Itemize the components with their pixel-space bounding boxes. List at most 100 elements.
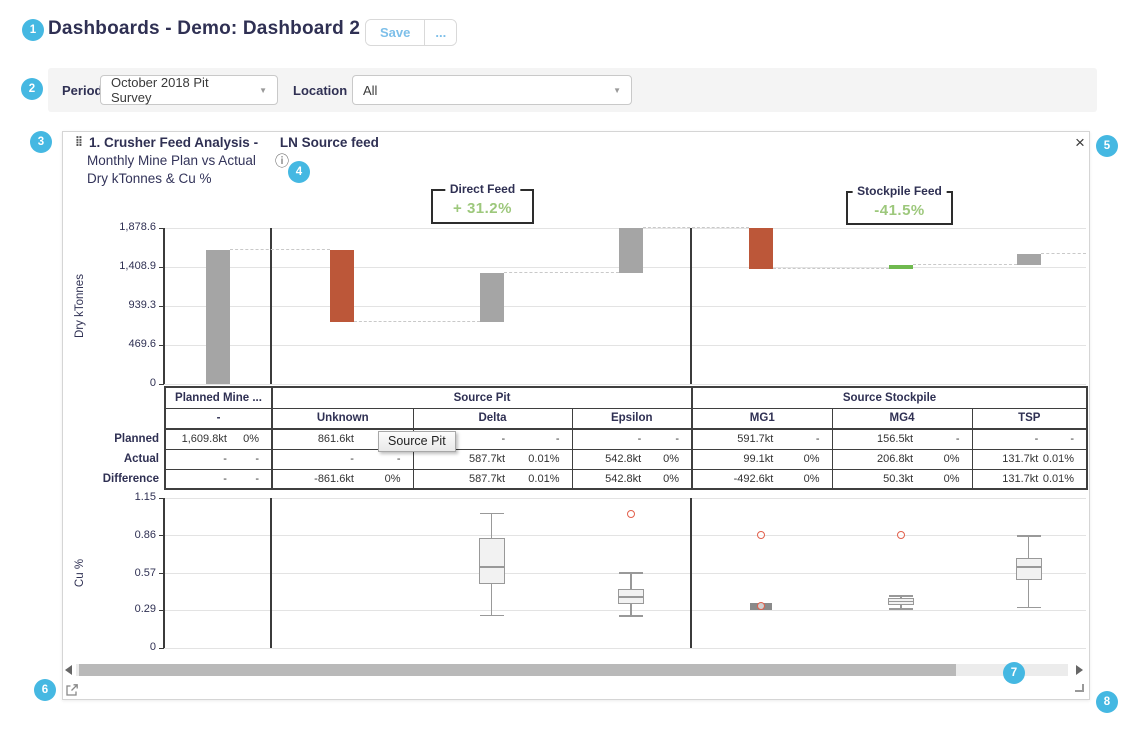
whisker-bottom: [491, 584, 493, 615]
annotation-circle-6: 6: [34, 679, 56, 701]
table-col-header: MG4: [832, 408, 972, 429]
table-cell: 587.7kt0.01%: [413, 469, 572, 489]
source-table: Planned Mine ...Source PitSource Stockpi…: [164, 386, 1088, 490]
table-row-label: Difference: [83, 473, 159, 485]
whisker-top: [1028, 536, 1030, 558]
y-axis-label-dry-ktonnes: Dry kTonnes: [74, 271, 90, 341]
axis-tick-label: 1,408.9: [102, 260, 156, 272]
waterfall-bar-epsilon[interactable]: [619, 228, 643, 273]
waterfall-connector: [504, 272, 620, 273]
scrollbar-track[interactable]: [76, 664, 1068, 676]
table-col-header: Delta: [413, 408, 572, 429]
whisker-bottom: [1028, 580, 1030, 607]
waterfall-connector: [354, 321, 480, 322]
whisker-cap-bottom: [480, 615, 504, 617]
waterfall-bar-planned-mine[interactable]: [206, 250, 230, 384]
scroll-right-icon[interactable]: [1076, 665, 1083, 675]
whisker-cap-bottom: [619, 615, 643, 617]
callout-value: + 31.2%: [433, 200, 532, 217]
boxplot-tsp[interactable]: [1016, 558, 1042, 580]
outlier-point: [897, 531, 905, 539]
whisker-cap-bottom: [1017, 607, 1041, 609]
annotation-circle-3: 3: [30, 131, 52, 153]
waterfall-bar-mg1[interactable]: [749, 228, 773, 269]
boxplot-delta[interactable]: [479, 538, 505, 584]
location-label: Location: [293, 83, 347, 98]
whisker-cap-top: [480, 513, 504, 515]
gridline: [164, 345, 1086, 346]
waterfall-bar-mg4[interactable]: [889, 265, 913, 269]
more-button[interactable]: ...: [424, 20, 456, 45]
gridline: [164, 648, 1086, 649]
callout-label: Stockpile Feed: [852, 184, 947, 198]
waterfall-connector: [230, 249, 330, 250]
annotation-circle-8: 8: [1096, 691, 1118, 713]
horizontal-scrollbar[interactable]: [65, 663, 1083, 677]
whisker-cap-top: [619, 572, 643, 574]
page-title: Dashboards - Demo: Dashboard 2: [48, 18, 360, 40]
table-cell: 542.8kt0%: [572, 449, 692, 469]
section-divider: [270, 228, 272, 384]
table-cell: 591.7kt-: [692, 429, 832, 449]
table-cell: 156.5kt-: [832, 429, 972, 449]
page: Dashboards - Demo: Dashboard 2 Save ... …: [0, 0, 1145, 738]
boxplot-median: [618, 596, 644, 598]
callout-stockpile-feed: Stockpile Feed -41.5%: [846, 191, 953, 225]
waterfall-connector: [913, 264, 1017, 265]
axis-tick-label: 1.15: [102, 491, 156, 503]
annotation-circle-7: 7: [1003, 662, 1025, 684]
scroll-left-icon[interactable]: [65, 665, 72, 675]
location-value: All: [363, 83, 377, 98]
axis-tick-label: 0.57: [102, 567, 156, 579]
axis-tick-label: 0.86: [102, 529, 156, 541]
callout-label: Direct Feed: [445, 182, 520, 196]
table-col-header: MG1: [692, 408, 832, 429]
period-select[interactable]: October 2018 Pit Survey ▼: [100, 75, 278, 105]
table-col-header: Unknown: [272, 408, 413, 429]
filter-bar: Period October 2018 Pit Survey ▼ Locatio…: [48, 68, 1097, 112]
waterfall-bar-delta[interactable]: [480, 273, 504, 322]
table-cell: --: [165, 449, 272, 469]
location-select[interactable]: All ▼: [352, 75, 632, 105]
gridline: [164, 498, 1086, 499]
gridline: [164, 306, 1086, 307]
annotation-circle-4: 4: [288, 161, 310, 183]
axis-tick-label: 939.3: [102, 299, 156, 311]
callout-direct-feed: Direct Feed + 31.2%: [431, 189, 534, 224]
whisker-top: [491, 514, 493, 539]
axis-tick-label: 469.6: [102, 338, 156, 350]
whisker-cap-top: [1017, 535, 1041, 537]
table-group-header: Planned Mine ...: [165, 387, 272, 408]
period-label: Period: [62, 83, 102, 98]
axis-tick-label: 0.29: [102, 603, 156, 615]
boxplot-median: [479, 566, 505, 568]
table-cell: 587.7kt0.01%: [413, 449, 572, 469]
whisker-top: [630, 573, 632, 589]
chevron-down-icon: ▼: [249, 86, 267, 95]
table-cell: --: [165, 469, 272, 489]
gridline: [164, 610, 1086, 611]
save-button[interactable]: Save: [366, 20, 424, 45]
annotation-circle-1: 1: [22, 19, 44, 41]
table-row-label: Planned: [83, 433, 159, 445]
table-cell: --: [972, 429, 1087, 449]
table-col-header: Epsilon: [572, 408, 692, 429]
table-cell: --: [572, 429, 692, 449]
y-axis-line: [163, 498, 165, 648]
period-value: October 2018 Pit Survey: [111, 75, 249, 105]
axis-tick-label: 0: [102, 377, 156, 389]
scrollbar-thumb[interactable]: [79, 664, 956, 676]
callout-value: -41.5%: [848, 202, 951, 219]
annotation-circle-2: 2: [21, 78, 43, 100]
open-external-icon[interactable]: [65, 683, 79, 697]
resize-handle-icon[interactable]: [1075, 684, 1084, 692]
table-cell: 131.7kt0.01%: [972, 469, 1087, 489]
gridline: [164, 384, 1086, 385]
table-cell: -492.6kt0%: [692, 469, 832, 489]
waterfall-bar-unknown[interactable]: [330, 250, 354, 322]
outlier-point: [757, 531, 765, 539]
waterfall-bar-tsp[interactable]: [1017, 254, 1041, 265]
outlier-point: [627, 510, 635, 518]
table-col-header: -: [165, 408, 272, 429]
header-actions: Save ...: [365, 19, 457, 46]
